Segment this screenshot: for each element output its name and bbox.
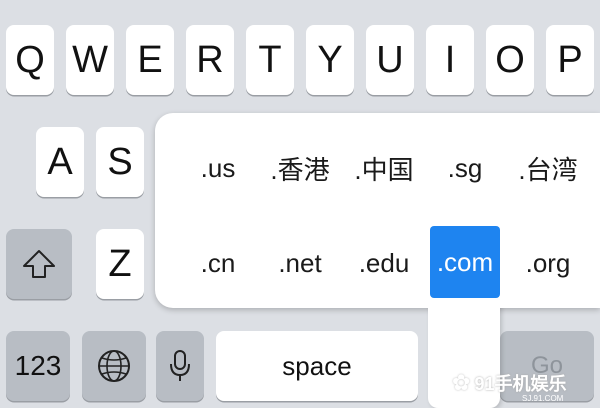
key-r[interactable]: R xyxy=(186,25,234,95)
tld-option-sg[interactable]: .sg xyxy=(430,133,500,203)
key-e[interactable]: E xyxy=(126,25,174,95)
shift-arrow-icon xyxy=(22,249,56,279)
key-p[interactable]: P xyxy=(546,25,594,95)
shift-key[interactable] xyxy=(6,229,72,299)
tld-option-us[interactable]: .us xyxy=(182,133,254,203)
key-t[interactable]: T xyxy=(246,25,294,95)
numbers-key[interactable]: 123 xyxy=(6,331,70,401)
globe-icon xyxy=(96,348,132,384)
globe-key[interactable] xyxy=(82,331,146,401)
tld-option-com[interactable]: .com xyxy=(430,226,500,298)
tld-option-org[interactable]: .org xyxy=(508,228,588,298)
watermark-text: 91手机娱乐 xyxy=(474,374,567,394)
key-a[interactable]: A xyxy=(36,127,84,197)
watermark: ✿ 91手机娱乐 SJ.91.COM xyxy=(452,358,600,408)
dictation-key[interactable] xyxy=(156,331,204,401)
tld-option-edu[interactable]: .edu xyxy=(346,228,422,298)
tld-option-tw[interactable]: .台湾 xyxy=(508,133,588,203)
key-q[interactable]: Q xyxy=(6,25,54,95)
space-key[interactable]: space xyxy=(216,331,418,401)
key-o[interactable]: O xyxy=(486,25,534,95)
tld-option-net[interactable]: .net xyxy=(262,228,338,298)
watermark-logo-icon: ✿ xyxy=(452,370,471,395)
key-w[interactable]: W xyxy=(66,25,114,95)
microphone-icon xyxy=(169,349,191,383)
tld-option-hk[interactable]: .香港 xyxy=(262,133,338,203)
key-z[interactable]: Z xyxy=(96,229,144,299)
key-y[interactable]: Y xyxy=(306,25,354,95)
tld-option-cn[interactable]: .cn xyxy=(182,228,254,298)
key-i[interactable]: I xyxy=(426,25,474,95)
tld-option-zhongguo[interactable]: .中国 xyxy=(346,133,422,203)
watermark-subtext: SJ.91.COM xyxy=(522,394,564,403)
key-u[interactable]: U xyxy=(366,25,414,95)
key-s[interactable]: S xyxy=(96,127,144,197)
